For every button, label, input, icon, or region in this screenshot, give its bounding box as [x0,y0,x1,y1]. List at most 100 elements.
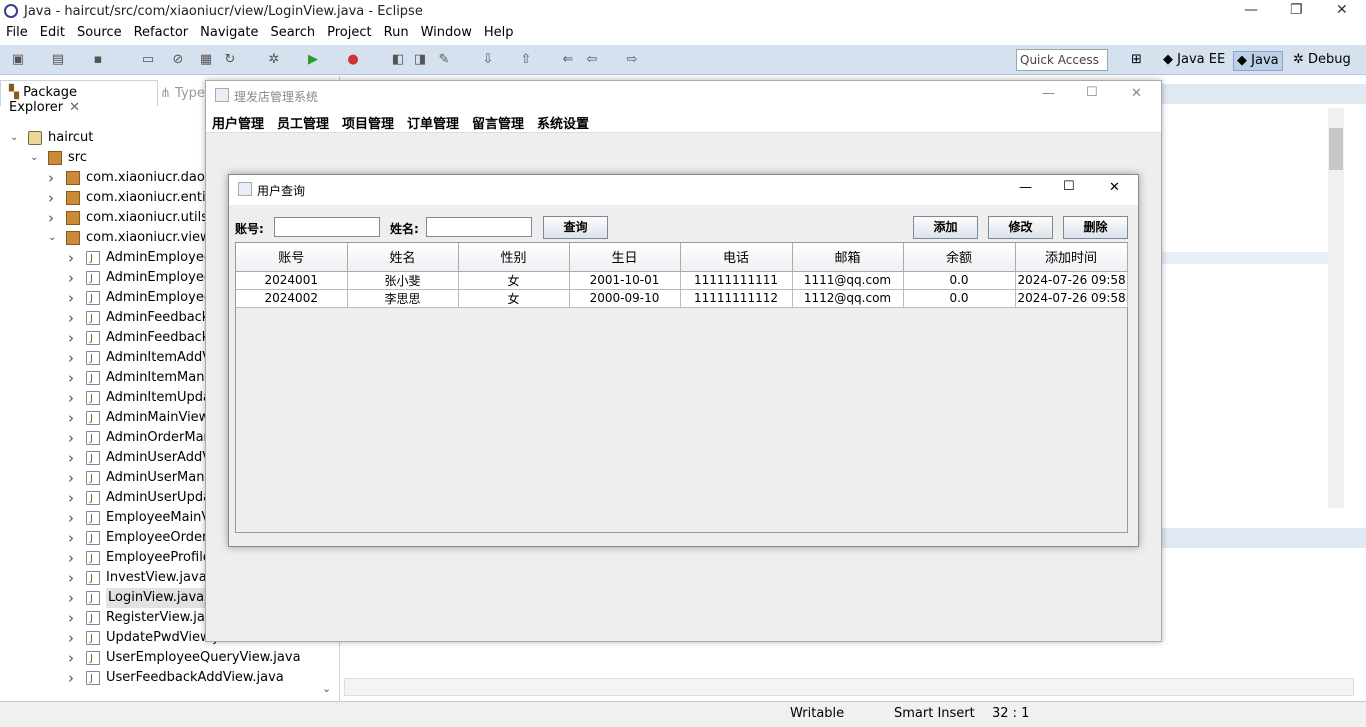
close-tab-icon[interactable]: ✕ [69,100,80,115]
prev-annotation-icon[interactable]: ⇧ [518,52,534,68]
chevron-right-icon[interactable]: › [68,388,80,408]
perspective-java-ee[interactable]: ◆ Java EE [1160,51,1228,71]
table-row[interactable]: 2024001 张小斐女 2001-10-01 11111111111 1111@qq.… [236,271,1128,290]
chevron-right-icon[interactable]: › [68,568,80,588]
chevron-right-icon[interactable]: › [68,648,80,668]
chevron-right-icon[interactable]: › [68,248,80,268]
editor-vertical-scrollbar[interactable] [1328,108,1344,508]
dialog-minimize-icon[interactable]: — [1019,180,1032,195]
quick-access-input[interactable]: Quick Access [1016,49,1108,71]
menu-user-management[interactable]: 用户管理 [212,113,264,132]
chevron-right-icon[interactable]: › [68,528,80,548]
column-header[interactable]: 邮箱 [792,243,904,272]
perspective-debug[interactable]: ✲ Debug [1290,51,1354,71]
chevron-down-icon[interactable]: ⌄ [10,128,22,148]
chevron-right-icon[interactable]: › [68,408,80,428]
chevron-right-icon[interactable]: › [68,668,80,688]
column-header[interactable]: 生日 [569,243,681,272]
horizontal-scrollbar[interactable] [344,678,1354,696]
back-icon[interactable]: ⇦ [584,52,600,68]
menu-help[interactable]: Help [478,24,520,42]
chevron-right-icon[interactable]: › [68,368,80,388]
chevron-right-icon[interactable]: › [68,348,80,368]
menu-window[interactable]: Window [415,24,478,42]
debug-icon[interactable]: ✲ [266,52,282,68]
chevron-right-icon[interactable]: › [68,488,80,508]
tab-type-hierarchy[interactable]: ⋔ Type [160,86,205,101]
minimize-icon[interactable]: — [1244,2,1258,18]
delete-button[interactable]: 删除 [1063,216,1128,239]
chevron-right-icon[interactable]: › [68,548,80,568]
menu-search[interactable]: Search [264,24,321,42]
console-icon[interactable]: ▭ [140,52,156,68]
menu-employee-management[interactable]: 员工管理 [277,113,329,132]
app-close-icon[interactable]: ✕ [1131,86,1142,101]
chevron-right-icon[interactable]: › [68,448,80,468]
menu-run[interactable]: Run [378,24,415,42]
app-minimize-icon[interactable]: — [1042,86,1055,101]
coverage-icon[interactable]: ● [345,52,361,68]
menu-edit[interactable]: Edit [34,24,71,42]
column-header[interactable]: 电话 [680,243,793,272]
chevron-right-icon[interactable]: › [48,168,60,188]
chevron-right-icon[interactable]: › [68,608,80,628]
open-perspective-icon[interactable]: ⊞ [1128,51,1145,71]
dialog-maximize-icon[interactable]: ☐ [1063,179,1075,194]
menu-file[interactable]: File [0,24,34,42]
app-maximize-icon[interactable]: ☐ [1086,85,1098,100]
menu-order-management[interactable]: 订单管理 [407,113,459,132]
chevron-right-icon[interactable]: › [68,628,80,648]
table-row[interactable]: 2024002 李思思女 2000-09-10 11111111112 1112@qq.… [236,289,1128,308]
account-input[interactable] [274,217,380,237]
forward-icon[interactable]: ⇨ [624,52,640,68]
perspective-java[interactable]: ◆ Java [1233,51,1283,71]
chevron-right-icon[interactable]: › [68,468,80,488]
menu-navigate[interactable]: Navigate [194,24,264,42]
chevron-right-icon[interactable]: › [68,328,80,348]
chevron-right-icon[interactable]: › [68,508,80,528]
chevron-right-icon[interactable]: › [68,288,80,308]
menu-project[interactable]: Project [321,24,377,42]
last-edit-icon[interactable]: ⇐ [560,52,576,68]
open-type-icon[interactable]: ◧ [390,52,406,68]
open-folder-icon[interactable]: ◨ [412,52,428,68]
scrollbar-thumb[interactable] [1329,128,1343,170]
menu-system-settings[interactable]: 系统设置 [537,113,589,132]
close-icon[interactable]: ✕ [1336,2,1348,18]
chevron-right-icon[interactable]: › [68,588,80,608]
chevron-right-icon[interactable]: › [68,268,80,288]
chevron-down-icon[interactable]: ⌄ [48,228,60,248]
tree-scroll-down-icon[interactable]: ⌄ [322,682,331,695]
chevron-right-icon[interactable]: › [68,428,80,448]
chevron-right-icon[interactable]: › [68,308,80,328]
chevron-down-icon[interactable]: ⌄ [30,148,42,168]
add-button[interactable]: 添加 [913,216,978,239]
skip-breakpoints-icon[interactable]: ⊘ [170,52,186,68]
chevron-right-icon[interactable]: › [48,208,60,228]
column-header[interactable]: 添加时间 [1015,243,1128,272]
column-header[interactable]: 余额 [903,243,1016,272]
name-input[interactable] [426,217,532,237]
column-header[interactable]: 姓名 [347,243,459,272]
menu-feedback-management[interactable]: 留言管理 [472,113,524,132]
edit-button[interactable]: 修改 [988,216,1053,239]
restore-icon[interactable]: ❐ [1290,2,1303,18]
column-header[interactable]: 性别 [458,243,570,272]
menu-source[interactable]: Source [71,24,128,42]
tree-item-label: com.xiaoniucr.dao [86,170,205,185]
menu-refactor[interactable]: Refactor [128,24,195,42]
dialog-close-icon[interactable]: ✕ [1109,180,1120,195]
tab-package-explorer[interactable]: ▚ Package Explorer ✕ [0,80,158,115]
new-icon[interactable]: ▣ [10,52,26,68]
run-icon[interactable]: ▶ [305,52,321,68]
save-icon[interactable]: ▪ [90,52,106,68]
menu-item-management[interactable]: 项目管理 [342,113,394,132]
package-icon[interactable]: ▦ [198,52,214,68]
query-button[interactable]: 查询 [543,216,608,239]
next-annotation-icon[interactable]: ⇩ [480,52,496,68]
column-header[interactable]: 账号 [236,243,348,272]
chevron-right-icon[interactable]: › [48,188,60,208]
pencil-icon[interactable]: ✎ [436,52,452,68]
new-type-icon[interactable]: ▤ [50,52,66,68]
refresh-icon[interactable]: ↻ [222,52,238,68]
